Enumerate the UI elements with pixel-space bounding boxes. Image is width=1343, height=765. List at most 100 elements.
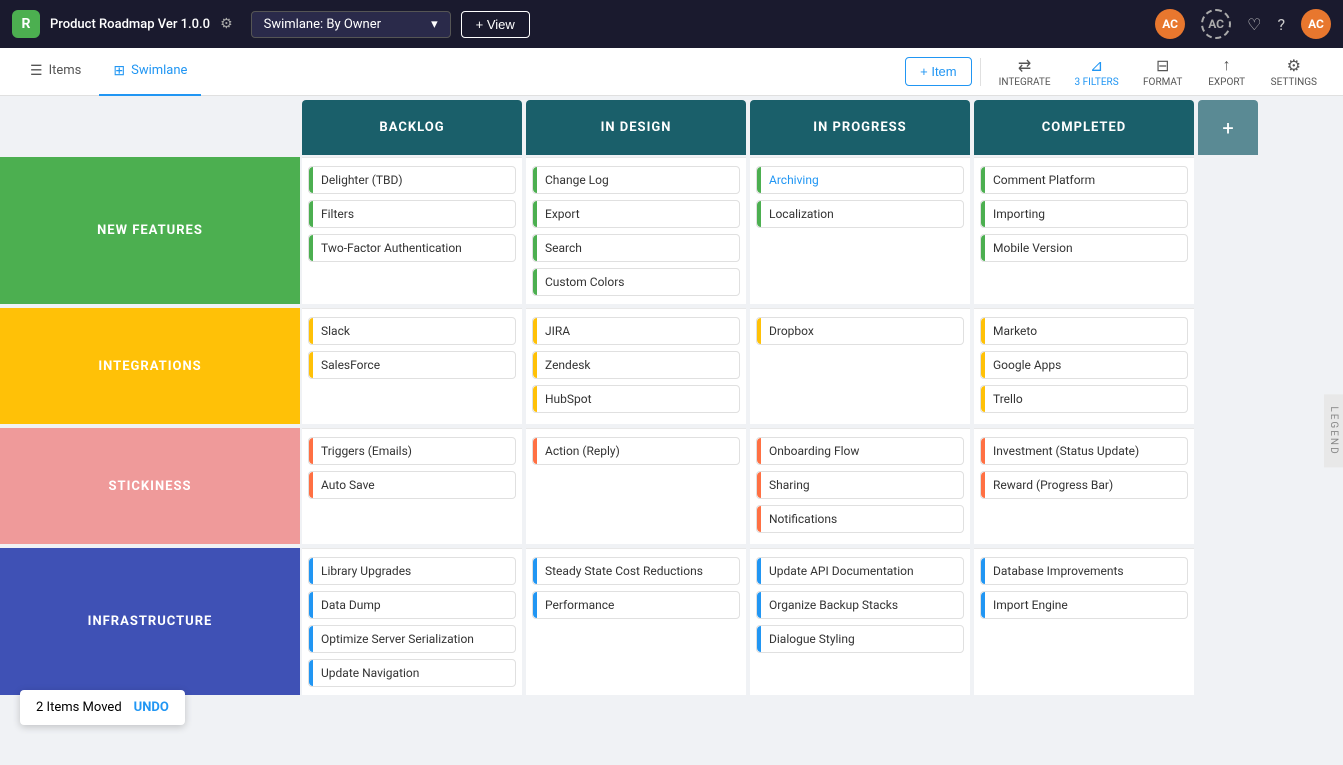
filters-button[interactable]: ⊿ 3 FILTERS — [1065, 52, 1129, 92]
card-optimize-server[interactable]: Optimize Server Serialization — [308, 625, 516, 653]
card-two-factor[interactable]: Two-Factor Authentication — [308, 234, 516, 262]
swimlane-col-completed-integrations: Marketo Google Apps Trello — [974, 308, 1194, 424]
swimlane-col-in-design-stickiness: Action (Reply) — [526, 428, 746, 544]
swimlane-col-in-design-integrations: JIRA Zendesk HubSpot — [526, 308, 746, 424]
card-library-upgrades[interactable]: Library Upgrades — [308, 557, 516, 585]
card-hubspot[interactable]: HubSpot — [532, 385, 740, 413]
settings-gear-icon[interactable]: ⚙ — [220, 16, 233, 32]
legend-sidebar[interactable]: LEGEND — [1324, 394, 1343, 467]
card-onboarding-flow[interactable]: Onboarding Flow — [756, 437, 964, 465]
swimlane-col-in-design-new-features: Change Log Export Search Custom Colors — [526, 157, 746, 304]
card-comment-platform[interactable]: Comment Platform — [980, 166, 1188, 194]
card-organize-backup-stacks[interactable]: Organize Backup Stacks — [756, 591, 964, 619]
settings-button[interactable]: ⚙ SETTINGS — [1261, 52, 1327, 92]
swimlane-label-infrastructure: INFRASTRUCTURE — [0, 548, 300, 695]
col-header-in-progress: IN PROGRESS — [750, 100, 970, 155]
swimlane-label-new-features: NEW FEATURES — [0, 157, 300, 304]
card-archiving[interactable]: Archiving — [756, 166, 964, 194]
add-item-button[interactable]: + Item — [905, 57, 972, 86]
swimlane-col-in-progress-stickiness: Onboarding Flow Sharing Notifications — [750, 428, 970, 544]
avatar-ac-left[interactable]: AC — [1155, 9, 1185, 39]
card-google-apps[interactable]: Google Apps — [980, 351, 1188, 379]
swimlane-col-backlog-integrations: Slack SalesForce — [302, 308, 522, 424]
card-search[interactable]: Search — [532, 234, 740, 262]
col-header-completed: COMPLETED — [974, 100, 1194, 155]
swimlane-col-in-progress-new-features: Archiving Localization — [750, 157, 970, 304]
integrate-button[interactable]: ⇄ INTEGRATE — [989, 52, 1061, 92]
swimlane-col-in-progress-integrations: Dropbox — [750, 308, 970, 424]
swimlane-row-stickiness: STICKINESS Triggers (Emails) Auto Save A… — [0, 426, 1343, 546]
card-triggers-emails[interactable]: Triggers (Emails) — [308, 437, 516, 465]
card-investment-status-update[interactable]: Investment (Status Update) — [980, 437, 1188, 465]
card-notifications[interactable]: Notifications — [756, 505, 964, 533]
export-button[interactable]: ↑ EXPORT — [1197, 51, 1257, 92]
swimlane-col-backlog-stickiness: Triggers (Emails) Auto Save — [302, 428, 522, 544]
card-delighter[interactable]: Delighter (TBD) — [308, 166, 516, 194]
card-marketo[interactable]: Marketo — [980, 317, 1188, 345]
card-steady-state[interactable]: Steady State Cost Reductions — [532, 557, 740, 585]
card-importing[interactable]: Importing — [980, 200, 1188, 228]
swimlane-selector[interactable]: Swimlane: By Owner ▾ — [251, 11, 451, 38]
format-button[interactable]: ⊟ FORMAT — [1133, 52, 1193, 92]
swimlane-col-backlog-new-features: Delighter (TBD) Filters Two-Factor Authe… — [302, 157, 522, 304]
card-zendesk[interactable]: Zendesk — [532, 351, 740, 379]
undo-button[interactable]: UNDO — [134, 700, 169, 715]
top-navigation: R Product Roadmap Ver 1.0.0 ⚙ Swimlane: … — [0, 0, 1343, 48]
card-update-navigation[interactable]: Update Navigation — [308, 659, 516, 687]
card-mobile-version[interactable]: Mobile Version — [980, 234, 1188, 262]
items-icon: ☰ — [30, 63, 43, 79]
card-sharing[interactable]: Sharing — [756, 471, 964, 499]
swimlane-col-completed-stickiness: Investment (Status Update) Reward (Progr… — [974, 428, 1194, 544]
avatar-outline[interactable]: AC — [1201, 9, 1231, 39]
activity-icon[interactable]: ♡ — [1247, 15, 1261, 34]
card-slack[interactable]: Slack — [308, 317, 516, 345]
export-icon: ↑ — [1223, 55, 1231, 75]
card-action-reply[interactable]: Action (Reply) — [532, 437, 740, 465]
card-trello[interactable]: Trello — [980, 385, 1188, 413]
card-data-dump[interactable]: Data Dump — [308, 591, 516, 619]
col-header-backlog: BACKLOG — [302, 100, 522, 155]
col-header-in-design: IN DESIGN — [526, 100, 746, 155]
card-dropbox[interactable]: Dropbox — [756, 317, 964, 345]
integrate-icon: ⇄ — [1018, 56, 1031, 75]
card-dialogue-styling[interactable]: Dialogue Styling — [756, 625, 964, 653]
column-headers: BACKLOG IN DESIGN IN PROGRESS COMPLETED … — [0, 96, 1343, 155]
card-import-engine[interactable]: Import Engine — [980, 591, 1188, 619]
add-column-button[interactable]: + — [1198, 100, 1258, 155]
help-icon[interactable]: ? — [1277, 15, 1285, 34]
swimlane-col-in-progress-infrastructure: Update API Documentation Organize Backup… — [750, 548, 970, 695]
avatar-ac-right[interactable]: AC — [1301, 9, 1331, 39]
settings-icon: ⚙ — [1287, 56, 1301, 75]
swimlane-col-completed-new-features: Comment Platform Importing Mobile Versio… — [974, 157, 1194, 304]
card-reward-progress-bar[interactable]: Reward (Progress Bar) — [980, 471, 1188, 499]
card-salesforce[interactable]: SalesForce — [308, 351, 516, 379]
card-auto-save[interactable]: Auto Save — [308, 471, 516, 499]
board-container: BACKLOG IN DESIGN IN PROGRESS COMPLETED … — [0, 96, 1343, 765]
swimlane-label-stickiness: STICKINESS — [0, 428, 300, 544]
board: BACKLOG IN DESIGN IN PROGRESS COMPLETED … — [0, 96, 1343, 697]
app-title: Product Roadmap Ver 1.0.0 — [50, 17, 210, 32]
swimlane-col-backlog-infrastructure: Library Upgrades Data Dump Optimize Serv… — [302, 548, 522, 695]
secondary-navigation: ☰ Items ⊞ Swimlane + Item ⇄ INTEGRATE ⊿ … — [0, 48, 1343, 96]
swimlane-tab[interactable]: ⊞ Swimlane — [99, 48, 201, 96]
swimlane-col-completed-infrastructure: Database Improvements Import Engine — [974, 548, 1194, 695]
card-localization[interactable]: Localization — [756, 200, 964, 228]
swimlane-col-in-design-infrastructure: Steady State Cost Reductions Performance — [526, 548, 746, 695]
card-update-api-docs[interactable]: Update API Documentation — [756, 557, 964, 585]
card-filters[interactable]: Filters — [308, 200, 516, 228]
swimlane-row-integrations: INTEGRATIONS Slack SalesForce JIRA Zende… — [0, 306, 1343, 426]
board-scroll[interactable]: BACKLOG IN DESIGN IN PROGRESS COMPLETED … — [0, 96, 1343, 765]
swimlane-row-new-features: NEW FEATURES Delighter (TBD) Filters Two… — [0, 155, 1343, 306]
swimlane-icon: ⊞ — [113, 63, 125, 79]
view-button[interactable]: + View — [461, 11, 530, 38]
card-custom-colors[interactable]: Custom Colors — [532, 268, 740, 296]
undo-toast: 2 Items Moved UNDO — [20, 690, 185, 725]
card-performance[interactable]: Performance — [532, 591, 740, 619]
swimlane-label-integrations: INTEGRATIONS — [0, 308, 300, 424]
card-jira[interactable]: JIRA — [532, 317, 740, 345]
card-database-improvements[interactable]: Database Improvements — [980, 557, 1188, 585]
app-logo: R — [12, 10, 40, 38]
card-export[interactable]: Export — [532, 200, 740, 228]
card-change-log[interactable]: Change Log — [532, 166, 740, 194]
items-tab[interactable]: ☰ Items — [16, 48, 95, 96]
